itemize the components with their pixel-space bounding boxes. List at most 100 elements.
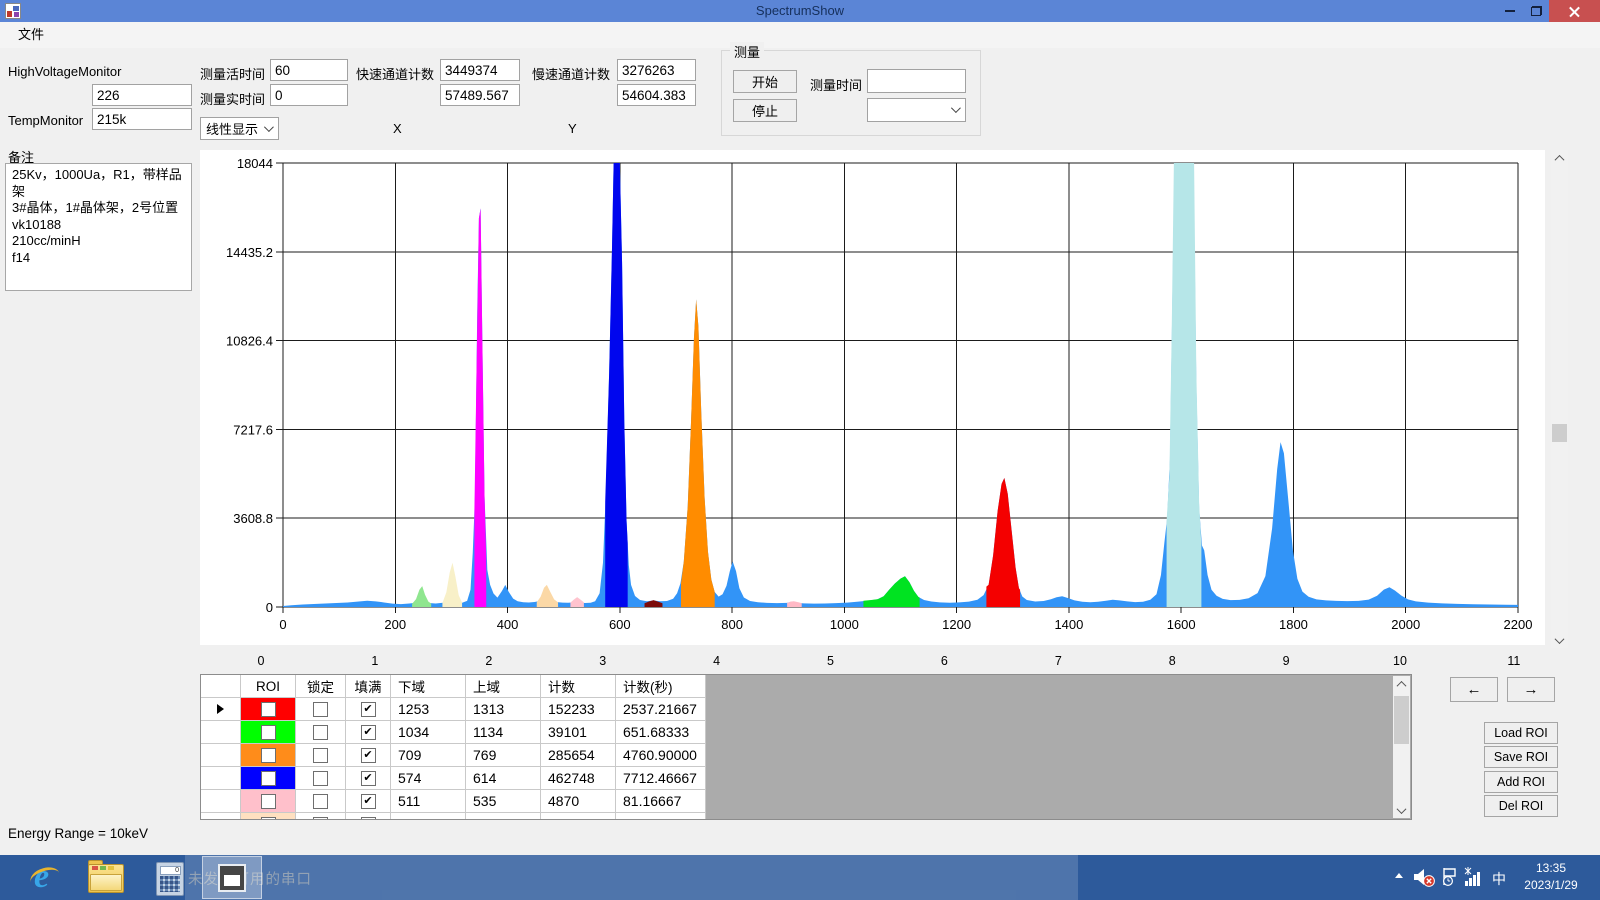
real-time-input[interactable] [270,84,348,106]
minimize-button[interactable] [1497,0,1523,22]
roi-counts-cell[interactable]: 39101 [541,721,616,744]
slow-count-input[interactable] [617,59,696,81]
roi-upper-cell[interactable]: 614 [466,767,541,790]
fill-checkbox[interactable]: ✔ [361,771,376,786]
roi-upper-cell[interactable]: 1313 [466,698,541,721]
roi-lock-cell[interactable] [296,767,346,790]
roi-counts_per_sec-cell[interactable]: 651.68333 [616,721,706,744]
close-button[interactable] [1549,0,1600,22]
lock-checkbox[interactable] [313,725,328,740]
roi-counts-cell[interactable]: 462748 [541,767,616,790]
scroll-up-button[interactable] [1393,676,1410,692]
scroll-thumb[interactable] [1552,424,1567,442]
fill-checkbox[interactable]: ✔ [361,748,376,763]
roi-color-checkbox[interactable] [261,748,276,763]
roi-lower-cell[interactable]: 511 [391,790,466,813]
temp-monitor-input[interactable] [92,108,192,130]
roi-counts-cell[interactable]: 4870 [541,790,616,813]
fill-checkbox[interactable]: ✔ [361,794,376,809]
roi-counts-cell[interactable]: 285654 [541,744,616,767]
network-signal-icon[interactable] [1462,866,1484,888]
row-selector[interactable] [201,744,241,767]
roi-fill-cell[interactable]: ✔ [346,698,391,721]
fill-checkbox[interactable] [361,817,376,821]
roi-lower-cell[interactable]: 574 [391,767,466,790]
roi-color-cell[interactable] [241,813,296,820]
roi-lock-cell[interactable] [296,813,346,820]
scroll-down-button[interactable] [1393,802,1410,818]
roi-table-row[interactable]: ✔125313131522332537.21667 [201,698,706,721]
roi-counts_per_sec-cell[interactable]: 4760.90000 [616,744,706,767]
slow-rate-input[interactable] [617,84,696,106]
roi-lower-cell[interactable]: 1034 [391,721,466,744]
lock-checkbox[interactable] [313,817,328,821]
del-roi-button[interactable]: Del ROI [1484,795,1558,817]
column-header[interactable]: 锁定 [296,675,346,698]
calculator-icon[interactable]: 0 [156,862,184,896]
next-roi-button[interactable]: → [1507,677,1555,702]
roi-color-cell[interactable] [241,790,296,813]
roi-fill-cell[interactable] [346,813,391,820]
roi-table[interactable]: ROI锁定填满下域上域计数计数(秒)✔125313131522332537.21… [200,674,1412,820]
app-taskbar-button[interactable] [202,856,262,899]
restore-button[interactable] [1523,0,1549,22]
roi-upper-cell[interactable]: 1134 [466,721,541,744]
roi-table-row[interactable]: ✔ 7097692856544760.90000 [201,744,706,767]
roi-color-cell[interactable] [241,767,296,790]
roi-lock-cell[interactable] [296,698,346,721]
roi-counts_per_sec-cell[interactable]: 81.16667 [616,790,706,813]
roi-table-row[interactable]: ✔ 1034113439101651.68333 [201,721,706,744]
row-selector[interactable] [201,721,241,744]
roi-fill-cell[interactable]: ✔ [346,767,391,790]
display-mode-select[interactable]: 线性显示 [200,117,279,140]
column-header[interactable]: 计数(秒) [616,675,706,698]
taskbar-clock[interactable]: 13:35 2023/1/29 [1516,860,1586,894]
fill-checkbox[interactable]: ✔ [361,725,376,740]
fast-rate-input[interactable] [440,84,520,106]
roi-table-row[interactable]: ✔ 5746144627487712.46667 [201,767,706,790]
chart-scrollbar[interactable] [1551,150,1568,648]
roi-counts_per_sec-cell[interactable]: 2537.21667 [616,698,706,721]
roi-table-row[interactable]: ✔ 511535487081.16667 [201,790,706,813]
roi-color-checkbox[interactable] [261,771,276,786]
roi-color-cell[interactable] [241,744,296,767]
file-explorer-icon[interactable] [88,864,122,891]
roi-fill-cell[interactable]: ✔ [346,721,391,744]
roi-color-cell[interactable] [241,721,296,744]
roi-lock-cell[interactable] [296,744,346,767]
column-header[interactable]: ROI [241,675,296,698]
add-roi-button[interactable]: Add ROI [1484,771,1558,793]
roi-lock-cell[interactable] [296,790,346,813]
roi-counts_per_sec-cell[interactable]: 7712.46667 [616,767,706,790]
roi-upper-cell[interactable]: 769 [466,744,541,767]
scroll-down-button[interactable] [1551,632,1568,648]
roi-lower-cell[interactable]: 709 [391,744,466,767]
roi-color-cell[interactable] [241,698,296,721]
tray-expand-icon[interactable] [1395,873,1403,878]
roi-fill-cell[interactable]: ✔ [346,744,391,767]
row-selector[interactable] [201,790,241,813]
ime-indicator[interactable]: 中 [1492,869,1506,889]
roi-upper-cell[interactable]: 535 [466,790,541,813]
row-selector[interactable] [201,767,241,790]
column-header[interactable]: 上域 [466,675,541,698]
column-header[interactable]: 填满 [346,675,391,698]
volume-muted-icon[interactable] [1412,866,1436,888]
roi-color-checkbox[interactable] [261,794,276,809]
roi-table-row[interactable] [201,813,706,820]
roi-color-checkbox[interactable] [261,817,276,821]
lock-checkbox[interactable] [313,702,328,717]
measure-time-input[interactable] [867,69,966,93]
action-center-icon[interactable] [1440,866,1460,888]
table-scrollbar[interactable] [1393,676,1410,818]
measure-mode-select[interactable] [867,98,966,122]
live-time-input[interactable] [270,59,348,81]
roi-lower-cell[interactable]: 1253 [391,698,466,721]
lock-checkbox[interactable] [313,748,328,763]
column-header[interactable]: 计数 [541,675,616,698]
column-header[interactable]: 下域 [391,675,466,698]
internet-explorer-icon[interactable]: e [28,859,64,895]
menu-item-file[interactable]: 文件 [14,22,48,48]
notes-textarea[interactable]: 25Kv，1000Ua，R1，带样品架 3#晶体，1#晶体架，2号位置 vk10… [5,163,192,291]
roi-lower-cell[interactable] [391,813,466,820]
